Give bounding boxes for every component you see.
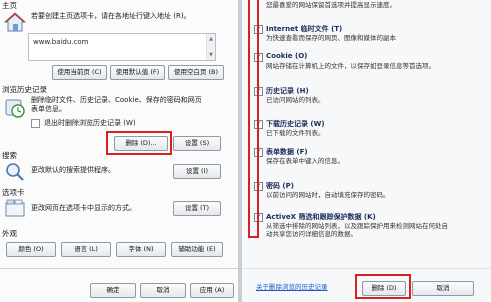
option-title: 密码 (P) (266, 182, 294, 190)
search-icon (5, 162, 25, 184)
option-title: 下载历史记录 (W) (266, 120, 325, 128)
option-description: 网站存储在计算机上的文件，以保存如登录信息等首选项。 (266, 62, 435, 70)
tabs-group-title: 选项卡 (2, 188, 25, 197)
option-title: ActiveX 筛选和跟踪保护数据 (K) (266, 213, 376, 221)
option-title: 表单数据 (F) (266, 148, 308, 156)
home-description: 若要创建主页选项卡，请在各地址行键入地址 (R)。 (31, 12, 191, 20)
option-title: Cookie (O) (266, 52, 308, 60)
option-description: 保存在表单中键入的信息。 (266, 157, 344, 165)
history-icon (4, 97, 26, 121)
home-group-title: 主页 (2, 1, 17, 10)
option-title: 历史记录 (H) (266, 87, 309, 95)
fonts-button[interactable]: 字体 (N) (116, 242, 166, 257)
option-description: 已访问网站的列表。 (266, 96, 325, 104)
top-text: 您最喜爱的网站保留首选项并提高显示速度。 (266, 1, 396, 9)
dialog-cancel-button[interactable]: 取消 (412, 281, 474, 296)
internet-options-panel: 主页 若要创建主页选项卡，请在各地址行键入地址 (R)。 www.baidu.c… (0, 0, 238, 302)
url-scrollbar[interactable]: ▲ ▼ (206, 34, 215, 60)
highlight-checkboxes (248, 0, 259, 238)
colors-button[interactable]: 颜色 (O) (6, 242, 56, 257)
option-description: 动共享您访问详细信息的数据。 (266, 230, 357, 238)
highlight-history-delete (106, 131, 172, 155)
history-group-title: 浏览历史记录 (2, 85, 47, 94)
languages-button[interactable]: 语言 (L) (61, 242, 111, 257)
option-description: 从筛选中排除的网站列表，以及跟踪保护用来检测网站在何处自 (266, 222, 448, 230)
delete-on-exit-checkbox[interactable] (31, 119, 40, 128)
scroll-up-icon[interactable]: ▲ (207, 35, 215, 43)
option-description: 已下载的文件列表。 (266, 129, 325, 137)
history-description-line2: 表单信息。 (31, 105, 66, 113)
dialog-footer-divider (242, 268, 491, 269)
search-description: 更改默认的搜索提供程序。 (31, 166, 115, 174)
cancel-button[interactable]: 取消 (140, 283, 186, 298)
option-description: 以前访问的网站时，自动填充保存的密码。 (266, 191, 390, 199)
accessibility-button[interactable]: 辅助功能 (E) (171, 242, 223, 257)
appearance-group-title: 外观 (2, 229, 17, 238)
tabs-icon (5, 199, 25, 219)
delete-on-exit-label: 退出时删除浏览历史记录 (W) (44, 119, 136, 127)
home-house-icon (3, 12, 27, 34)
highlight-dialog-delete (355, 274, 411, 299)
use-current-page-button[interactable]: 使用当前页 (C) (52, 65, 107, 80)
ok-button[interactable]: 确定 (90, 283, 136, 298)
search-group-title: 搜索 (2, 151, 17, 160)
tabs-description: 更改网页在选项卡中显示的方式。 (31, 204, 136, 212)
about-delete-history-link[interactable]: 关于删除浏览的历史记录 (256, 281, 328, 291)
use-default-button[interactable]: 使用默认值 (F) (110, 65, 165, 80)
use-blank-page-button[interactable]: 使用空白页 (B) (168, 65, 224, 80)
footer-divider (0, 268, 238, 269)
search-settings-button[interactable]: 设置 (I) (173, 164, 221, 179)
tabs-settings-button[interactable]: 设置 (T) (173, 201, 221, 216)
home-url-text: www.baidu.com (33, 38, 89, 46)
apply-button[interactable]: 应用 (A) (190, 283, 234, 298)
delete-history-dialog: 您最喜爱的网站保留首选项并提高显示速度。 ✓ Internet 临时文件 (T) 为… (242, 0, 491, 302)
history-settings-button[interactable]: 设置 (S) (173, 136, 221, 151)
scroll-down-icon[interactable]: ▼ (207, 51, 215, 59)
option-title: Internet 临时文件 (T) (266, 25, 343, 33)
home-url-textarea[interactable]: www.baidu.com ▲ ▼ (28, 33, 216, 61)
option-description: 为快速查看而保存的网页、图像和媒体的副本 (266, 34, 396, 42)
